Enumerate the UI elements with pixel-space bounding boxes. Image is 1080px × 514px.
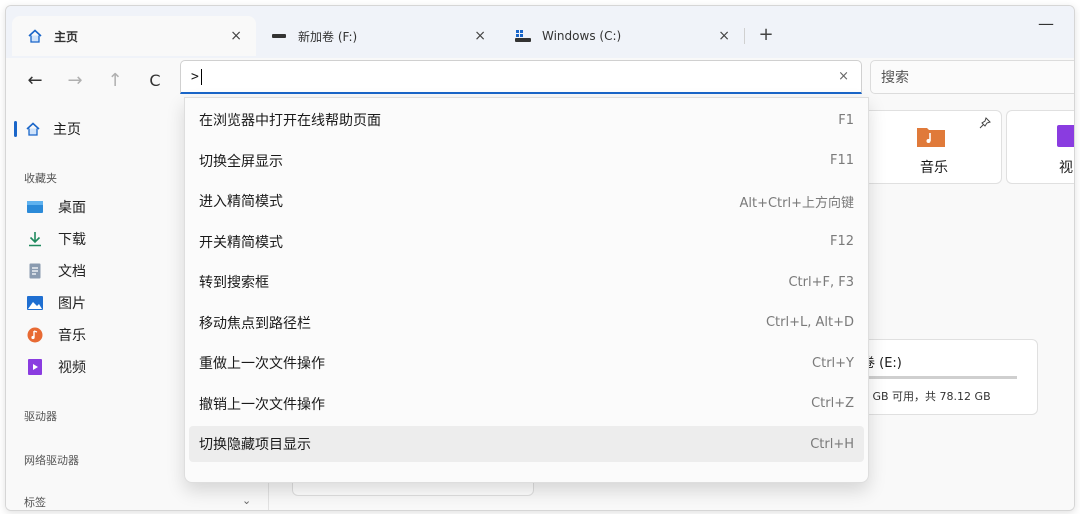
music-icon	[26, 327, 44, 343]
tab-close-icon[interactable]: ×	[230, 28, 242, 44]
tab-drive-f[interactable]: 新加卷 (F:) ×	[256, 16, 500, 56]
network-drives-header[interactable]: 网络驱动器	[24, 452, 79, 468]
sidebar-item-label: 视频	[58, 360, 86, 376]
tags-header[interactable]: 标签	[24, 494, 46, 510]
minimize-button[interactable]: —	[1038, 14, 1054, 33]
music-folder-icon	[917, 125, 945, 151]
home-icon	[25, 121, 41, 137]
command-item[interactable]: 开关精简模式 F12	[189, 224, 864, 260]
sidebar-item-pictures[interactable]: 图片	[26, 288, 86, 318]
sidebar-item-label: 下载	[58, 232, 86, 248]
quick-access-label: 视	[1059, 160, 1073, 176]
new-tab-button[interactable]: +	[754, 24, 778, 45]
clear-address-button[interactable]: ×	[838, 69, 849, 84]
address-bar[interactable]: > ×	[180, 60, 862, 94]
command-shortcut: F1	[838, 112, 854, 128]
command-shortcut: Ctrl+Z	[811, 396, 854, 411]
search-input[interactable]: 搜索	[870, 60, 1074, 94]
command-shortcut: Ctrl+Y	[812, 355, 854, 371]
document-icon	[26, 263, 44, 279]
address-input[interactable]: >	[191, 68, 202, 85]
sidebar-item-label: 音乐	[58, 328, 86, 344]
video-icon	[26, 359, 44, 375]
sidebar-item-label: 桌面	[58, 200, 86, 216]
quick-access-music[interactable]: 音乐	[861, 110, 1002, 184]
text-caret	[200, 68, 202, 85]
command-shortcut: F11	[829, 153, 854, 168]
command-shortcut: F12	[829, 234, 854, 249]
pin-icon[interactable]	[979, 117, 991, 132]
command-shortcut: Ctrl+F, F3	[788, 274, 854, 290]
command-item[interactable]: 切换隐藏项目显示 Ctrl+H	[189, 426, 864, 462]
command-label: 切换隐藏项目显示	[199, 437, 311, 453]
command-item[interactable]: 重做上一次文件操作 Ctrl+Y	[189, 345, 864, 381]
chevron-down-icon[interactable]: ⌄	[242, 494, 251, 507]
drive-usage-bar	[862, 376, 1017, 379]
command-item[interactable]: 在浏览器中打开在线帮助页面 F1	[189, 102, 864, 138]
tab-home[interactable]: 主页 ×	[12, 16, 256, 56]
forward-button[interactable]: →	[60, 66, 90, 94]
command-item[interactable]: 移动焦点到路径栏 Ctrl+L, Alt+D	[189, 305, 864, 341]
drive-card-e[interactable]: 卷 (E:) 3 GB 可用，共 78.12 GB	[861, 339, 1038, 415]
command-shortcut: Ctrl+L, Alt+D	[765, 315, 854, 330]
desktop-icon	[26, 199, 44, 215]
home-icon	[24, 28, 46, 44]
command-label: 移动焦点到路径栏	[199, 315, 311, 332]
sidebar-item-label: 文档	[58, 264, 86, 280]
sidebar-item-videos[interactable]: 视频	[26, 352, 86, 382]
command-label: 在浏览器中打开在线帮助页面	[199, 113, 381, 129]
tab-label: 主页	[54, 29, 79, 44]
download-icon	[26, 231, 44, 247]
search-placeholder: 搜索	[881, 70, 909, 86]
command-shortcut: Ctrl+H	[810, 436, 854, 452]
tab-close-icon[interactable]: ×	[474, 28, 486, 44]
command-label: 撤销上一次文件操作	[199, 396, 325, 413]
sidebar-item-music[interactable]: 音乐	[26, 320, 86, 350]
tab-divider	[744, 28, 745, 44]
command-label: 进入精简模式	[199, 194, 283, 210]
up-button[interactable]: ↑	[100, 66, 130, 94]
command-label: 重做上一次文件操作	[199, 356, 325, 372]
pictures-icon	[26, 295, 44, 311]
drives-header[interactable]: 驱动器	[24, 408, 57, 424]
sidebar-item-label: 图片	[58, 296, 86, 312]
sidebar-item-label: 主页	[53, 122, 81, 138]
tab-close-icon[interactable]: ×	[718, 28, 730, 44]
refresh-button[interactable]: C	[140, 66, 170, 94]
favorites-header[interactable]: 收藏夹	[24, 170, 57, 186]
file-explorer-window: 主页 × 新加卷 (F:) × Windows (C:) × + — ← → ↑…	[5, 5, 1075, 511]
drive-icon	[268, 31, 290, 41]
tab-label: Windows (C:)	[542, 29, 622, 43]
drive-info: 3 GB 可用，共 78.12 GB	[862, 390, 991, 403]
selection-indicator	[14, 121, 17, 137]
tab-label: 新加卷 (F:)	[298, 29, 358, 44]
command-item[interactable]: 切换全屏显示 F11	[189, 143, 864, 179]
windows-drive-icon	[512, 29, 534, 43]
command-item[interactable]: 撤销上一次文件操作 Ctrl+Z	[189, 386, 864, 422]
sidebar-item-downloads[interactable]: 下载	[26, 224, 86, 254]
command-label: 转到搜索框	[199, 275, 269, 291]
command-label: 开关精简模式	[199, 234, 283, 251]
quick-access-videos[interactable]: 视	[1006, 110, 1074, 184]
tab-drive-c[interactable]: Windows (C:) ×	[500, 16, 744, 56]
sidebar-item-desktop[interactable]: 桌面	[26, 192, 86, 222]
sidebar-item-home[interactable]: 主页	[14, 114, 174, 144]
command-label: 切换全屏显示	[199, 153, 283, 170]
sidebar-item-documents[interactable]: 文档	[26, 256, 86, 286]
command-shortcut: Alt+Ctrl+上方向键	[739, 195, 854, 211]
quick-access-label: 音乐	[920, 160, 948, 176]
command-item[interactable]: 转到搜索框 Ctrl+F, F3	[189, 264, 864, 300]
command-item[interactable]: 进入精简模式 Alt+Ctrl+上方向键	[189, 183, 864, 219]
tab-bar: 主页 × 新加卷 (F:) × Windows (C:) × + —	[6, 6, 1074, 58]
video-folder-icon	[1057, 125, 1074, 151]
command-palette: 在浏览器中打开在线帮助页面 F1 切换全屏显示 F11 进入精简模式 Alt+Ctrl+上…	[184, 97, 869, 483]
back-button[interactable]: ←	[20, 66, 50, 94]
